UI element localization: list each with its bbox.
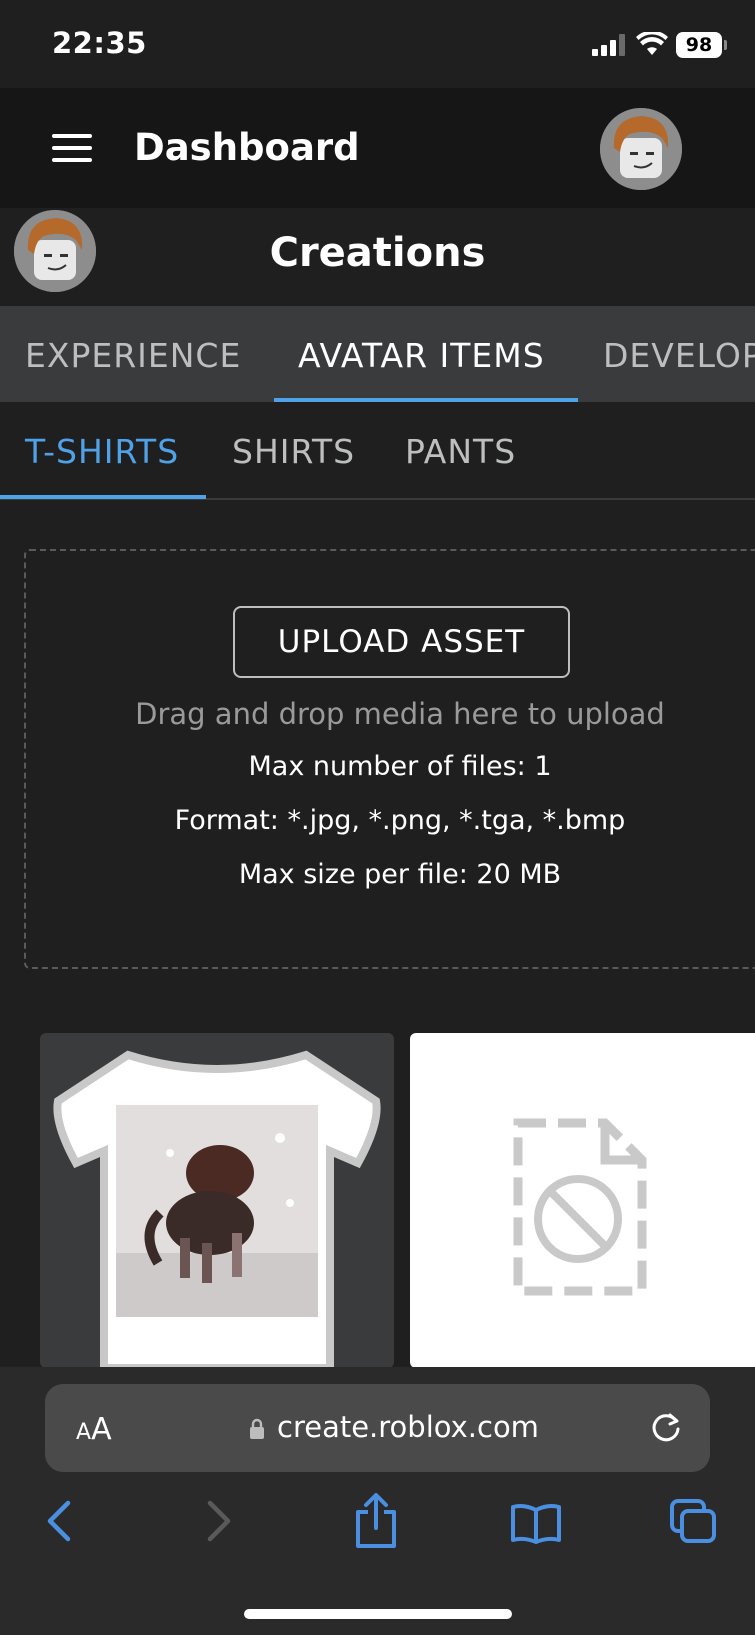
avatar-image-icon — [600, 108, 682, 190]
creator-avatar[interactable] — [14, 210, 96, 292]
tab-shirts[interactable]: SHIRTS — [232, 432, 355, 471]
max-size-text: Max size per file: 20 MB — [238, 859, 562, 890]
tab-experience[interactable]: EXPERIENCE — [25, 336, 241, 375]
top-app-bar: Dashboard — [0, 88, 755, 208]
avatar-image-icon — [14, 210, 96, 292]
tab-t-shirts[interactable]: T-SHIRTS — [25, 432, 179, 471]
bookmarks-icon[interactable] — [510, 1502, 562, 1544]
main-tab-bar: EXPERIENCE AVATAR ITEMS DEVELOPER ITEMS — [0, 306, 755, 402]
text-size-large-a: A — [91, 1412, 112, 1447]
menu-icon[interactable] — [52, 134, 92, 162]
tab-developer-items[interactable]: DEVELOPER ITEMS — [603, 336, 755, 375]
sub-tab-bar: T-SHIRTS SHIRTS PANTS — [0, 402, 755, 500]
reload-icon[interactable] — [648, 1409, 684, 1445]
text-size-button[interactable]: AA — [76, 1412, 112, 1447]
moderated-file-icon — [513, 1118, 647, 1296]
wifi-icon — [636, 32, 668, 55]
tab-avatar-items[interactable]: AVATAR ITEMS — [298, 336, 545, 375]
formats-text: Format: *.jpg, *.png, *.tga, *.bmp — [174, 805, 626, 836]
lock-icon — [250, 1418, 264, 1439]
tshirt-thumbnail-icon — [53, 1050, 381, 1368]
status-time: 22:35 — [52, 26, 147, 60]
active-subtab-indicator — [0, 495, 206, 499]
asset-card-unavailable[interactable] — [410, 1033, 755, 1368]
user-avatar[interactable] — [600, 108, 682, 190]
home-indicator — [244, 1609, 512, 1619]
section-title: Creations — [269, 230, 486, 276]
max-files-text: Max number of files: 1 — [248, 751, 552, 782]
asset-card-tshirt[interactable] — [40, 1033, 394, 1368]
battery-indicator: 98 — [676, 32, 727, 58]
status-bar: 22:35 98 — [0, 0, 755, 88]
cellular-signal-icon — [592, 34, 625, 56]
forward-icon — [207, 1500, 231, 1542]
share-icon[interactable] — [354, 1492, 398, 1550]
creations-header: Creations — [0, 208, 755, 306]
page-title: Dashboard — [134, 126, 360, 169]
tabs-icon[interactable] — [670, 1499, 718, 1545]
dropzone-hint: Drag and drop media here to upload — [135, 697, 665, 731]
tab-pants[interactable]: PANTS — [405, 432, 516, 471]
text-size-small-a: A — [76, 1420, 92, 1445]
back-icon[interactable] — [44, 1497, 74, 1545]
upload-asset-button[interactable]: UPLOAD ASSET — [233, 606, 570, 678]
url-text[interactable]: create.roblox.com — [277, 1410, 539, 1444]
